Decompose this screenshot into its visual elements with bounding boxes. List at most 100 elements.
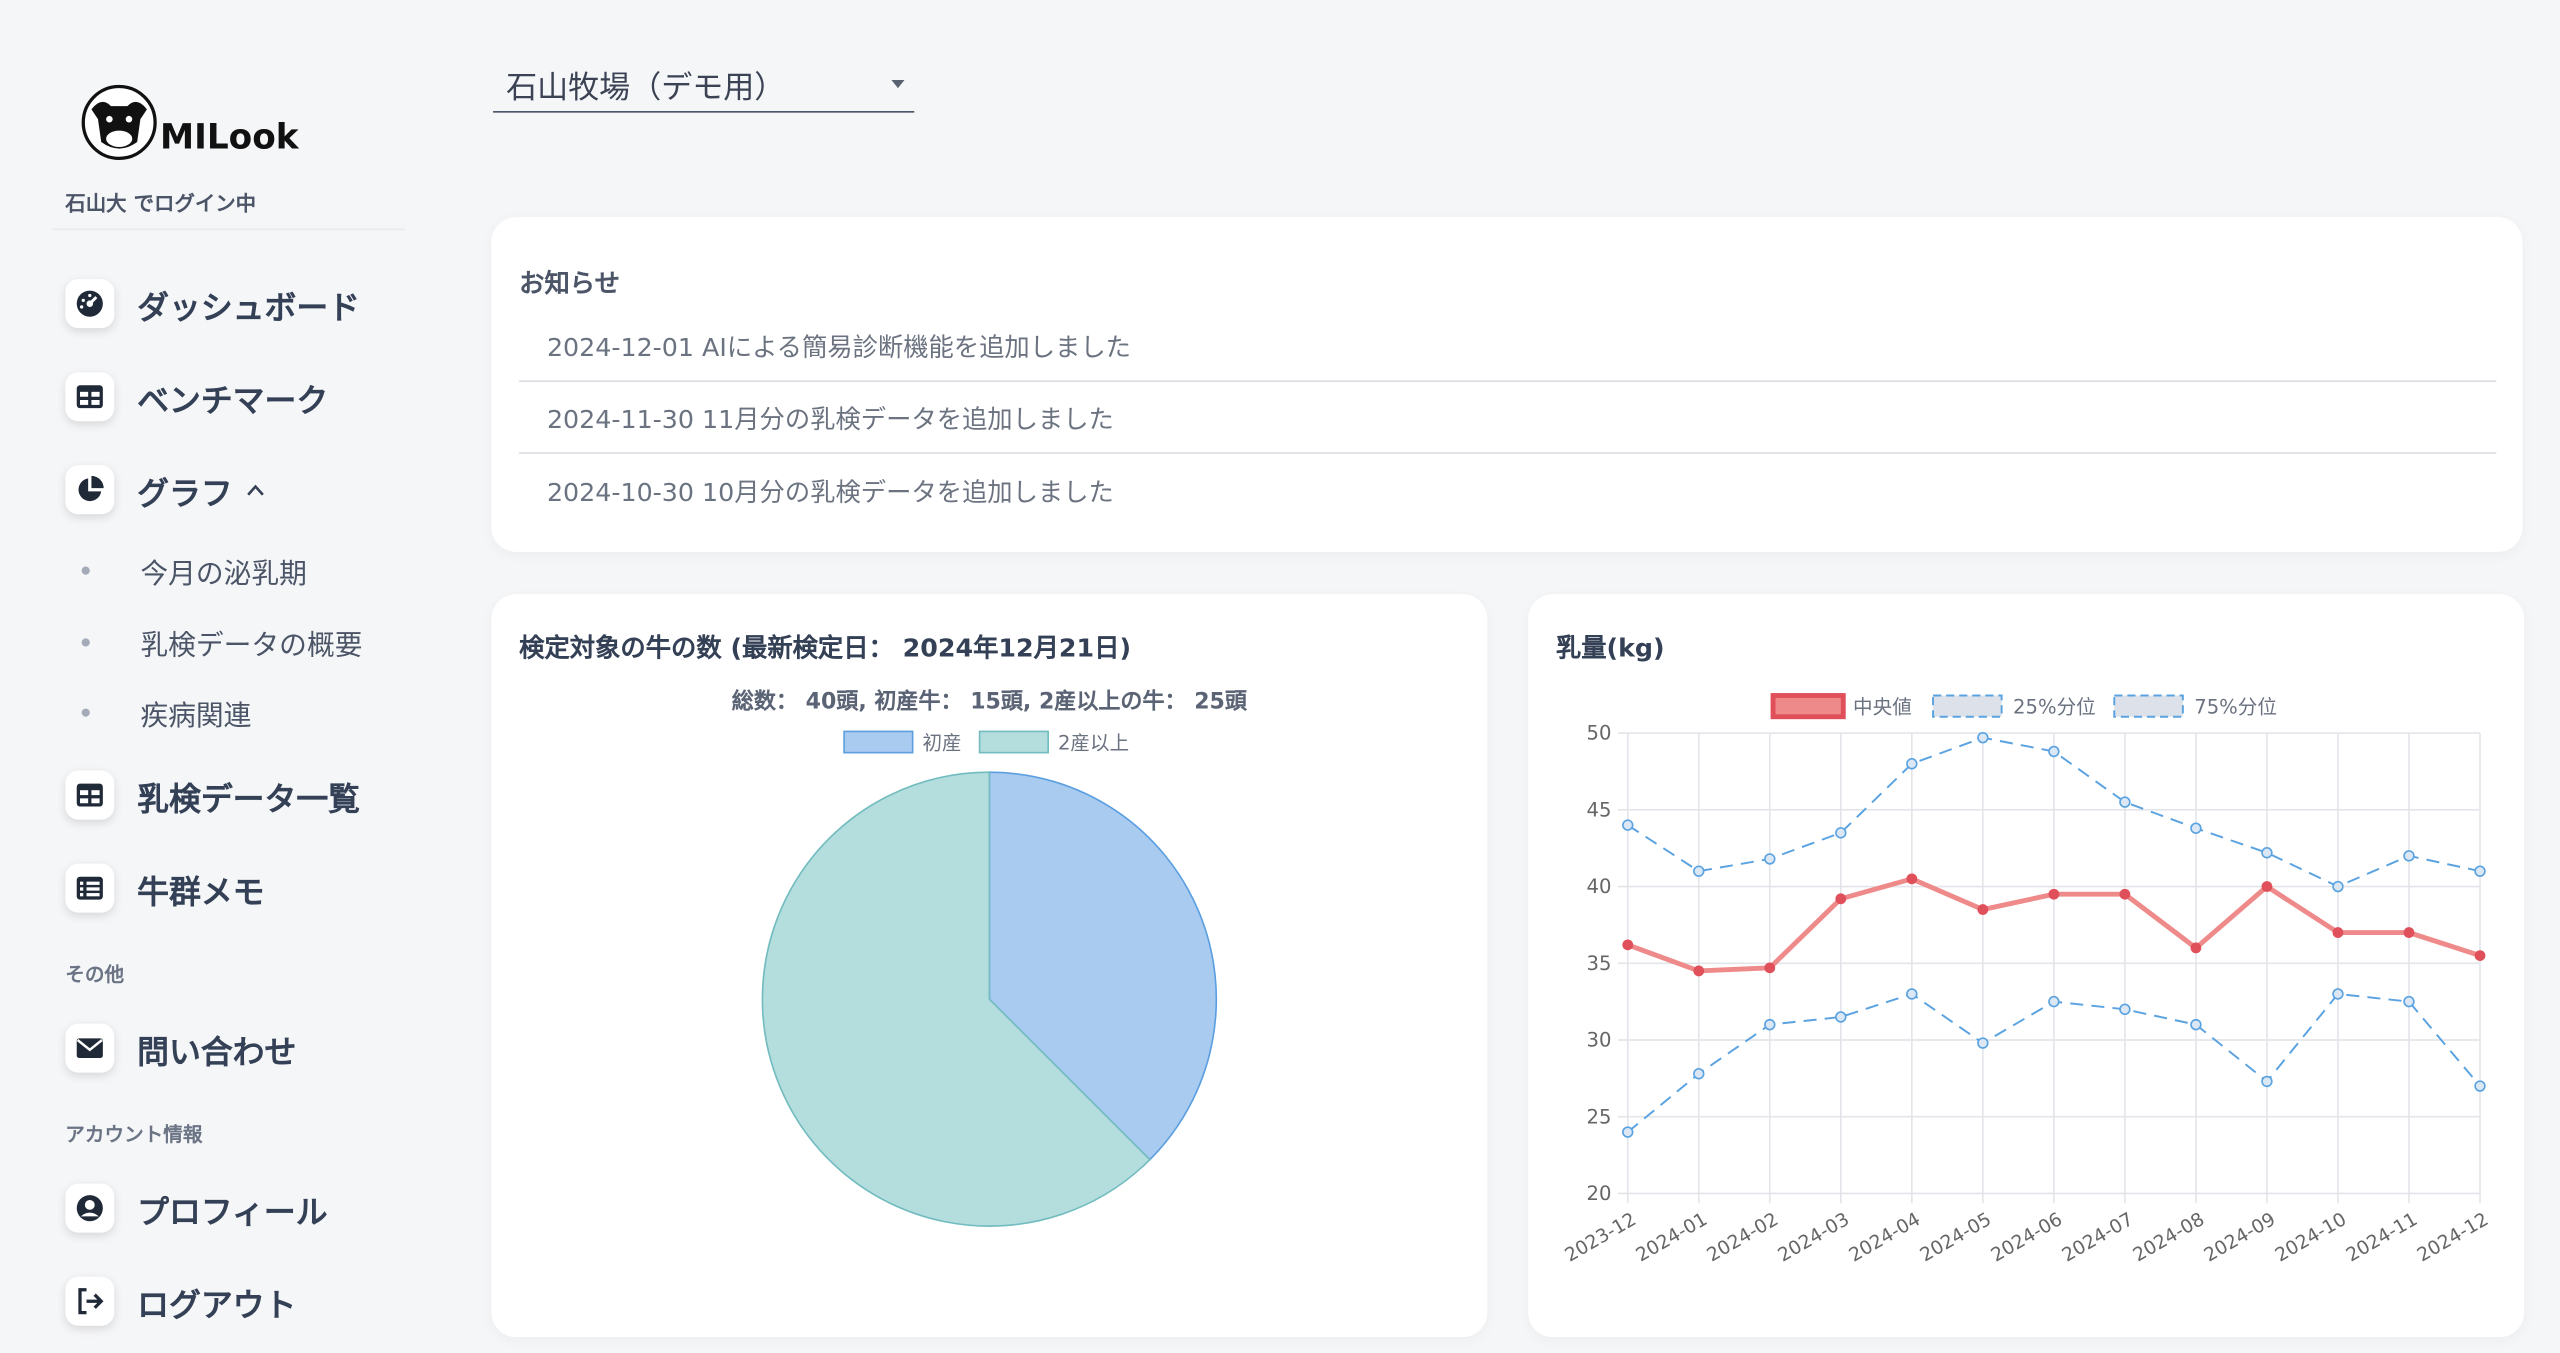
nav-profile[interactable]: プロフィール: [65, 1182, 328, 1234]
legend-swatch: [1770, 693, 1846, 720]
envelope-icon: [65, 1023, 115, 1073]
table-icon: [65, 770, 115, 820]
y-tick-label: 35: [1587, 952, 1612, 975]
x-tick-label: 2024-07: [2059, 1209, 2137, 1266]
data-point: [1977, 1037, 1989, 1049]
legend-label: 25%分位: [2013, 695, 2096, 718]
data-point: [1835, 1011, 1847, 1023]
nav-contact-label: 問い合わせ: [137, 1032, 297, 1071]
data-point: [2119, 796, 2131, 808]
data-point: [2190, 822, 2202, 834]
dashboard-gauge-icon: [65, 279, 115, 329]
x-tick-label: 2024-05: [1917, 1209, 1995, 1266]
data-point: [1693, 1068, 1705, 1080]
x-tick-label: 2024-04: [1846, 1209, 1924, 1266]
nav-dashboard[interactable]: ダッシュボード: [65, 278, 360, 330]
x-tick-label: 2024-08: [2130, 1209, 2208, 1266]
data-point: [2474, 950, 2486, 961]
farm-select[interactable]: 石山牧場（デモ用）: [493, 56, 915, 113]
legend-label: 中央値: [1853, 695, 1912, 718]
data-point: [2261, 881, 2273, 892]
x-tick-label: 2024-09: [2201, 1209, 2279, 1266]
list-icon: [65, 863, 115, 913]
user-circle-icon: [65, 1183, 115, 1233]
caret-down-icon: [891, 79, 905, 89]
data-point: [1906, 873, 1918, 885]
table-icon: [65, 372, 115, 422]
milk-yield-card: 乳量(kg) 20 25 30 35 40 45 50 2023-12 2024-01 2024-…: [1528, 594, 2525, 1338]
nav-sub-lactation[interactable]: 今月の泌乳期: [81, 550, 307, 590]
data-point: [1622, 1126, 1634, 1138]
nav-sub-milk-overview[interactable]: 乳検データの概要: [81, 622, 363, 663]
data-point: [1835, 893, 1847, 905]
x-tick-label: 2024-02: [1704, 1209, 1782, 1266]
legend-label: 2産以上: [1058, 731, 1129, 754]
news-title: お知らせ: [519, 269, 620, 299]
data-point: [1693, 865, 1705, 877]
milook-logo[interactable]: MILook: [78, 77, 307, 168]
milk-yield-line-chart: 202530354045502023-122024-012024-022024-…: [1562, 693, 2492, 1266]
x-tick-label: 2024-01: [1633, 1209, 1711, 1266]
data-point: [2403, 927, 2415, 938]
news-item[interactable]: 2024-11-30 11月分の乳検データを追加しました: [519, 380, 2496, 452]
x-tick-label: 2024-03: [1775, 1209, 1853, 1266]
nav-graph[interactable]: グラフ: [65, 464, 264, 516]
data-point: [2119, 888, 2131, 900]
data-point: [1977, 731, 1989, 744]
nav-milk-data-list[interactable]: 乳検データ一覧: [65, 769, 360, 821]
pie-chart-icon: [65, 465, 115, 515]
nav-profile-label: プロフィール: [137, 1192, 328, 1231]
nav-sub-label: 乳検データの概要: [140, 629, 363, 663]
nav-herd-memo-label: 牛群メモ: [137, 872, 265, 911]
data-point: [2190, 942, 2202, 954]
news-item-text: 2024-10-30 10月分の乳検データを追加しました: [546, 478, 1114, 508]
y-tick-label: 20: [1587, 1182, 1612, 1205]
data-point: [2332, 927, 2344, 938]
nav-sub-disease[interactable]: 疾病関連: [81, 692, 252, 733]
logout-icon: [65, 1276, 115, 1326]
nav-benchmark[interactable]: ベンチマーク: [65, 371, 328, 423]
data-point: [2332, 988, 2344, 1000]
cow-count-card: 検定対象の牛の数 (最新検定日： 2024年12月21日) 総数： 40頭, 初…: [491, 594, 1488, 1338]
data-point: [1764, 1018, 1776, 1031]
data-point: [2048, 888, 2060, 900]
data-point: [1977, 904, 1989, 915]
data-point: [1622, 819, 1634, 831]
legend-swatch: [2113, 694, 2184, 718]
y-tick-label: 30: [1587, 1029, 1612, 1052]
x-tick-label: 2024-11: [2343, 1209, 2421, 1266]
y-tick-label: 50: [1587, 722, 1612, 745]
data-point: [2403, 850, 2415, 862]
data-point: [1906, 758, 1918, 770]
legend-label: 75%分位: [2194, 695, 2277, 718]
nav-sub-label: 疾病関連: [140, 699, 252, 733]
data-point: [2261, 847, 2273, 859]
bullet-icon: [81, 707, 90, 716]
nav-contact[interactable]: 問い合わせ: [65, 1022, 296, 1074]
data-point: [2403, 995, 2415, 1008]
bullet-icon: [81, 565, 90, 574]
news-item-text: 2024-11-30 11月分の乳検データを追加しました: [546, 404, 1114, 435]
nav-logout[interactable]: ログアウト: [65, 1275, 296, 1327]
legend-swatch: [978, 730, 1049, 754]
parity-pie-chart: 初産 2産以上: [761, 730, 1218, 1227]
data-point: [2474, 1080, 2486, 1092]
y-tick-label: 45: [1587, 798, 1612, 821]
section-other-heading: その他: [65, 963, 125, 987]
data-point: [2048, 745, 2060, 758]
y-tick-label: 40: [1587, 875, 1612, 898]
news-item-text: 2024-12-01 AIによる簡易診断機能を追加しました: [546, 333, 1131, 363]
bullet-icon: [81, 637, 90, 646]
data-point: [1906, 988, 1918, 1000]
nav-milk-data-list-label: 乳検データ一覧: [137, 779, 361, 818]
data-point: [2048, 995, 2060, 1008]
y-tick-label: 25: [1587, 1105, 1612, 1128]
news-item[interactable]: 2024-12-01 AIによる簡易診断機能を追加しました: [519, 309, 2496, 381]
nav-herd-memo[interactable]: 牛群メモ: [65, 862, 265, 914]
sidebar-divider: [52, 228, 405, 231]
logo-text: MILook: [160, 118, 300, 158]
data-point: [1622, 939, 1634, 951]
farm-select-value: 石山牧場（デモ用）: [506, 70, 786, 107]
chevron-up-icon[interactable]: [246, 478, 264, 501]
news-item[interactable]: 2024-10-30 10月分の乳検データを追加しました: [519, 454, 2496, 526]
